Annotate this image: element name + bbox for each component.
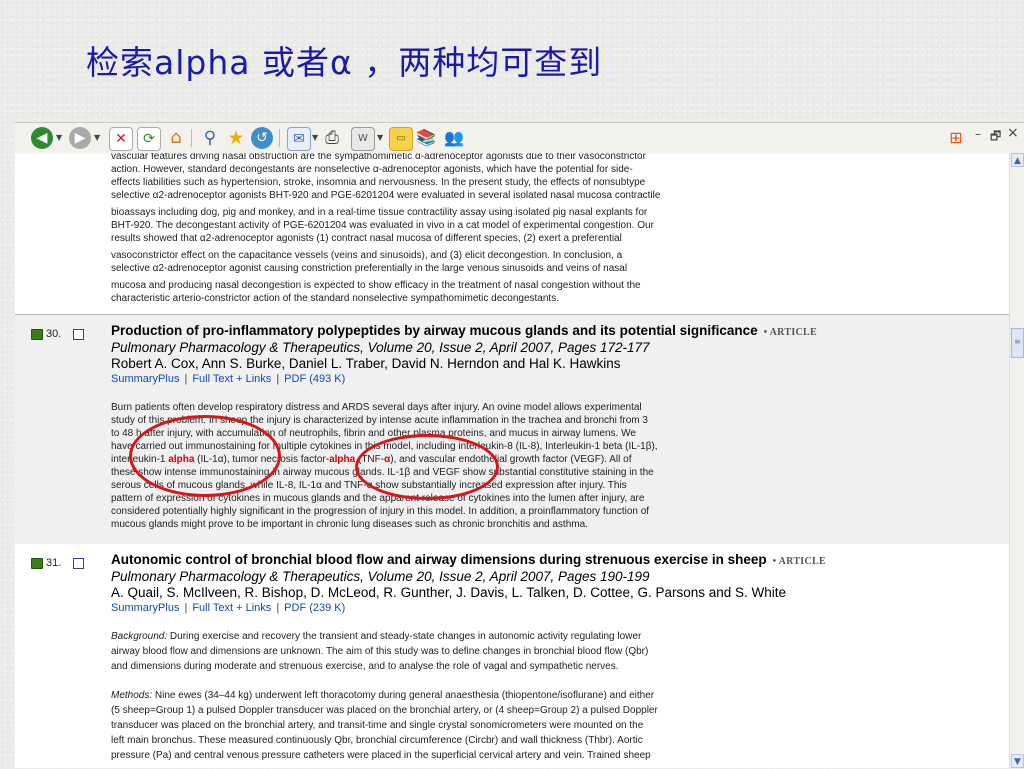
record-authors: A. Quail, S. McIlveen, R. Bishop, D. McL… — [111, 585, 787, 600]
back-icon[interactable]: ◀ — [31, 127, 53, 149]
search-term-highlight: alpha — [329, 454, 356, 465]
record-links: SummaryPlus | Full Text + Links | PDF (239 K… — [111, 602, 345, 614]
full-text-available-icon — [31, 558, 43, 569]
abstract-line: selective α2-adrenoceptor agonists BHT-9… — [111, 190, 661, 201]
abstract-line: bioassays including dog, pig and monkey,… — [111, 207, 648, 218]
slide-title: 检索alpha 或者α ，两种均可查到 — [86, 43, 603, 82]
vertical-scrollbar[interactable]: ▲ ≡ ▼ — [1009, 153, 1024, 768]
forward-dropdown-icon[interactable]: ▼ — [94, 133, 100, 142]
abstract-line: airway blood flow and dimensions are unk… — [111, 645, 831, 658]
scroll-up-icon[interactable]: ▲ — [1011, 153, 1024, 167]
abstract-text: During exercise and recovery the transie… — [167, 631, 642, 642]
record-type-badge: • ARTICLE — [763, 327, 817, 338]
full-text-link[interactable]: Full Text + Links — [192, 373, 271, 385]
abstract-line: BHT-920. The decongestant activity of PG… — [111, 220, 654, 231]
previous-record-abstract: vascular features driving nasal obstruct… — [111, 153, 831, 305]
full-text-available-icon — [31, 329, 43, 340]
abstract-line: (5 sheep=Group 1) a pulsed Doppler trans… — [111, 704, 831, 717]
record-journal: Pulmonary Pharmacology & Therapeutics, V… — [111, 340, 650, 355]
abstract-line: mucous glands might prove to be importan… — [111, 519, 588, 530]
discuss-icon[interactable]: ▭ — [389, 127, 413, 151]
link-separator: | — [184, 373, 188, 385]
abstract-line: vasoconstrictor effect on the capacitanc… — [111, 250, 623, 261]
record-number: 31. — [46, 557, 62, 569]
abstract-line: mucosa and producing nasal decongestion … — [111, 280, 641, 291]
record-abstract-background: Background: During exercise and recovery… — [111, 630, 831, 673]
abstract-line: Burn patients often develop respiratory … — [111, 402, 642, 413]
select-record-checkbox[interactable] — [73, 329, 84, 340]
abstract-line: and dimensions during moderate and stren… — [111, 660, 831, 673]
close-icon[interactable]: × — [1007, 125, 1019, 141]
scroll-down-icon[interactable]: ▼ — [1011, 754, 1024, 768]
select-record-checkbox[interactable] — [73, 558, 84, 569]
abstract-text: airway blood flow and dimensions are unk… — [111, 646, 649, 657]
abstract-text: pressure (Pa) and central venous pressur… — [111, 750, 651, 761]
history-icon[interactable]: ↺ — [251, 127, 273, 149]
results-page: vascular features driving nasal obstruct… — [15, 153, 1009, 768]
record-type-badge: • ARTICLE — [772, 556, 826, 567]
pdf-link[interactable]: PDF (493 K) — [284, 373, 345, 385]
abstract-line: Background: During exercise and recovery… — [111, 630, 831, 643]
pdf-link[interactable]: PDF (239 K) — [284, 602, 345, 614]
record-abstract-methods: Methods: Nine ewes (34–44 kg) underwent … — [111, 689, 831, 762]
record-number: 30. — [46, 328, 62, 340]
abstract-line: transducer was placed on the bronchial a… — [111, 719, 831, 732]
mail-icon[interactable]: ✉ — [287, 127, 311, 151]
research-icon[interactable]: 📚 — [415, 127, 437, 149]
abstract-line: effects liabilities such as hypertension… — [111, 177, 646, 188]
abstract-text: Nine ewes (34–44 kg) underwent left thor… — [152, 690, 655, 701]
messenger-icon[interactable]: 👥 — [443, 127, 465, 149]
result-record-30: 30. Production of pro-inflammatory polyp… — [15, 314, 1009, 545]
abstract-section-label: Background: — [111, 631, 168, 642]
record-journal: Pulmonary Pharmacology & Therapeutics, V… — [111, 569, 650, 584]
record-title-link[interactable]: Production of pro-inflammatory polypepti… — [111, 323, 817, 338]
abstract-line: vascular features driving nasal obstruct… — [111, 153, 646, 162]
record-authors: Robert A. Cox, Ann S. Burke, Daniel L. T… — [111, 356, 621, 371]
record-links: SummaryPlus | Full Text + Links | PDF (493 K… — [111, 373, 345, 385]
highlight-circle-alpha-symbol — [355, 434, 499, 500]
abstract-text: and dimensions during moderate and stren… — [111, 661, 619, 672]
abstract-text: transducer was placed on the bronchial a… — [111, 720, 644, 731]
abstract-text: (5 sheep=Group 1) a pulsed Doppler trans… — [111, 705, 658, 716]
toolbar-separator — [279, 129, 280, 147]
favorites-icon[interactable]: ★ — [225, 127, 247, 149]
abstract-line: considered potentially highly significan… — [111, 506, 650, 517]
print-icon[interactable]: ⎙ — [321, 127, 343, 149]
restore-icon[interactable]: 🗗 — [990, 127, 1001, 148]
abstract-text: left main bronchus. These measured conti… — [111, 735, 643, 746]
link-separator: | — [184, 602, 188, 614]
refresh-icon[interactable]: ⟳ — [137, 127, 161, 151]
full-text-link[interactable]: Full Text + Links — [192, 602, 271, 614]
abstract-line: selective α2-adrenoceptor agonist causin… — [111, 263, 628, 274]
link-separator: | — [276, 373, 280, 385]
abstract-line: left main bronchus. These measured conti… — [111, 734, 831, 747]
abstract-line: pressure (Pa) and central venous pressur… — [111, 749, 831, 762]
summaryplus-link[interactable]: SummaryPlus — [111, 373, 179, 385]
result-record-31: 31. Autonomic control of bronchial blood… — [15, 544, 1009, 768]
search-icon[interactable]: ⚲ — [199, 127, 221, 149]
edit-icon[interactable]: W — [351, 127, 375, 151]
forward-icon[interactable]: ▶ — [69, 127, 91, 149]
stop-icon[interactable]: ✕ — [109, 127, 133, 151]
home-icon[interactable]: ⌂ — [165, 127, 187, 149]
abstract-line: action. However, standard decongestants … — [111, 164, 633, 175]
scrollbar-thumb[interactable]: ≡ — [1011, 328, 1024, 358]
edit-dropdown-icon[interactable]: ▼ — [377, 133, 383, 142]
link-separator: | — [276, 602, 280, 614]
summaryplus-link[interactable]: SummaryPlus — [111, 602, 179, 614]
toolbar-separator — [191, 129, 192, 147]
abstract-section-label: Methods: — [111, 690, 153, 701]
mail-dropdown-icon[interactable]: ▼ — [312, 133, 318, 142]
back-dropdown-icon[interactable]: ▼ — [56, 133, 62, 142]
abstract-line: Methods: Nine ewes (34–44 kg) underwent … — [111, 689, 831, 702]
browser-toolbar: ◀ ▼ ▶ ▼ ✕ ⟳ ⌂ ⚲ ★ ↺ ✉ ▼ ⎙ W ▼ ▭ 📚 👥 ⊞ – … — [15, 122, 1024, 154]
abstract-line: characteristic arterio-constrictor actio… — [111, 293, 559, 304]
windows-logo-icon: ⊞ — [949, 128, 963, 147]
highlight-circle-alpha — [129, 415, 281, 497]
minimize-icon[interactable]: – — [975, 127, 981, 141]
record-title-link[interactable]: Autonomic control of bronchial blood flo… — [111, 552, 826, 567]
abstract-line: results showed that α2-adrenoceptor agon… — [111, 233, 622, 244]
